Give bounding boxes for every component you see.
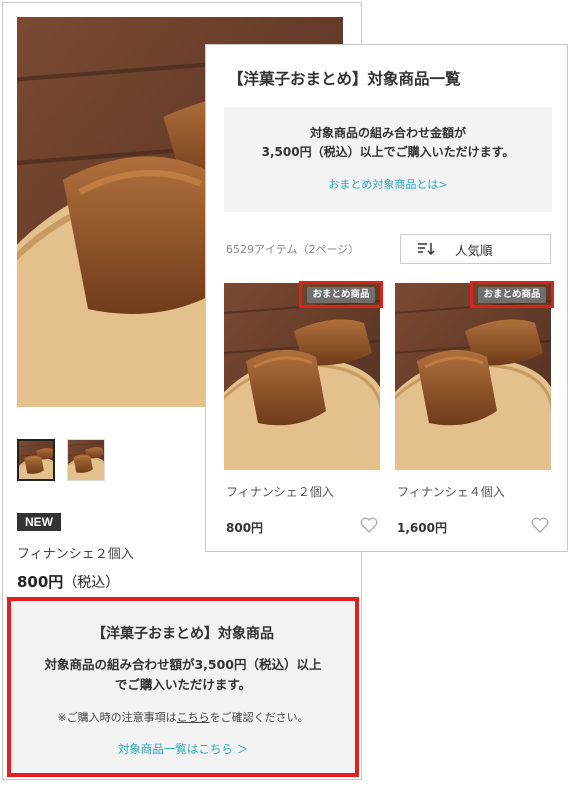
product-card[interactable]: おまとめ商品 フィナンシェ４個入 1,600円: [395, 281, 554, 535]
promo-desc-line-1: 対象商品の組み合わせ額が3,500円（税込）以上: [44, 657, 322, 672]
info-line-2: 3,500円（税込）以上でご購入いただけます。: [261, 145, 515, 159]
new-badge: NEW: [17, 513, 61, 531]
product-thumbnail-2[interactable]: [67, 439, 105, 481]
bundle-promo-box: 【洋菓子おまとめ】対象商品 対象商品の組み合わせ額が3,500円（税込）以上 で…: [7, 597, 359, 777]
item-count: 6529アイテム（2ページ）: [226, 243, 360, 256]
target-products-link[interactable]: 対象商品一覧はこちら ＞: [11, 741, 355, 757]
promo-desc-line-2: でご購入いただけます。: [114, 677, 252, 692]
product-image[interactable]: [224, 283, 380, 470]
target-product-list-card: 【洋菓子おまとめ】対象商品一覧 対象商品の組み合わせ金額が 3,500円（税込）…: [205, 44, 568, 552]
price-tax: （税込）: [63, 575, 120, 591]
product-price: 800円（税込）: [17, 571, 119, 592]
bundle-about-link[interactable]: おまとめ対象商品とは>: [224, 176, 552, 192]
sort-dropdown[interactable]: 人気順: [400, 234, 551, 264]
product-name[interactable]: フィナンシェ４個入: [397, 483, 505, 500]
promo-note-prefix: ※ご購入時の注意事項は: [57, 711, 177, 724]
bundle-info-text: 対象商品の組み合わせ金額が 3,500円（税込）以上でご購入いただけます。: [224, 124, 552, 162]
promo-note: ※ご購入時の注意事項はこちらをご確認ください。: [11, 709, 355, 725]
favorite-heart-icon[interactable]: [360, 517, 378, 533]
favorite-heart-icon[interactable]: [531, 517, 549, 533]
product-name: フィナンシェ２個入: [17, 547, 134, 562]
price-value: 800円: [17, 573, 64, 591]
bundle-tag-label: おまとめ商品: [307, 286, 375, 303]
product-card[interactable]: おまとめ商品 フィナンシェ２個入 800円: [224, 281, 383, 535]
promo-note-suffix: をご確認ください。: [209, 711, 309, 724]
notes-link[interactable]: こちら: [177, 711, 210, 724]
sort-label: 人気順: [455, 242, 493, 258]
promo-title: 【洋菓子おまとめ】対象商品: [92, 626, 274, 642]
product-name[interactable]: フィナンシェ２個入: [226, 483, 334, 500]
list-title: 【洋菓子おまとめ】対象商品一覧: [228, 70, 461, 88]
product-price: 1,600円: [397, 521, 447, 535]
product-image[interactable]: [395, 283, 551, 470]
promo-description: 対象商品の組み合わせ額が3,500円（税込）以上 でご購入いただけます。: [11, 655, 355, 695]
info-line-1: 対象商品の組み合わせ金額が: [309, 126, 466, 140]
bundle-tag: おまとめ商品: [299, 281, 383, 308]
sort-icon: [418, 243, 435, 256]
product-price: 800円: [226, 521, 264, 535]
bundle-tag: おまとめ商品: [470, 281, 554, 308]
bundle-info-box: 対象商品の組み合わせ金額が 3,500円（税込）以上でご購入いただけます。 おま…: [224, 107, 552, 212]
product-thumbnail-1[interactable]: [17, 439, 55, 481]
bundle-tag-label: おまとめ商品: [478, 286, 546, 303]
